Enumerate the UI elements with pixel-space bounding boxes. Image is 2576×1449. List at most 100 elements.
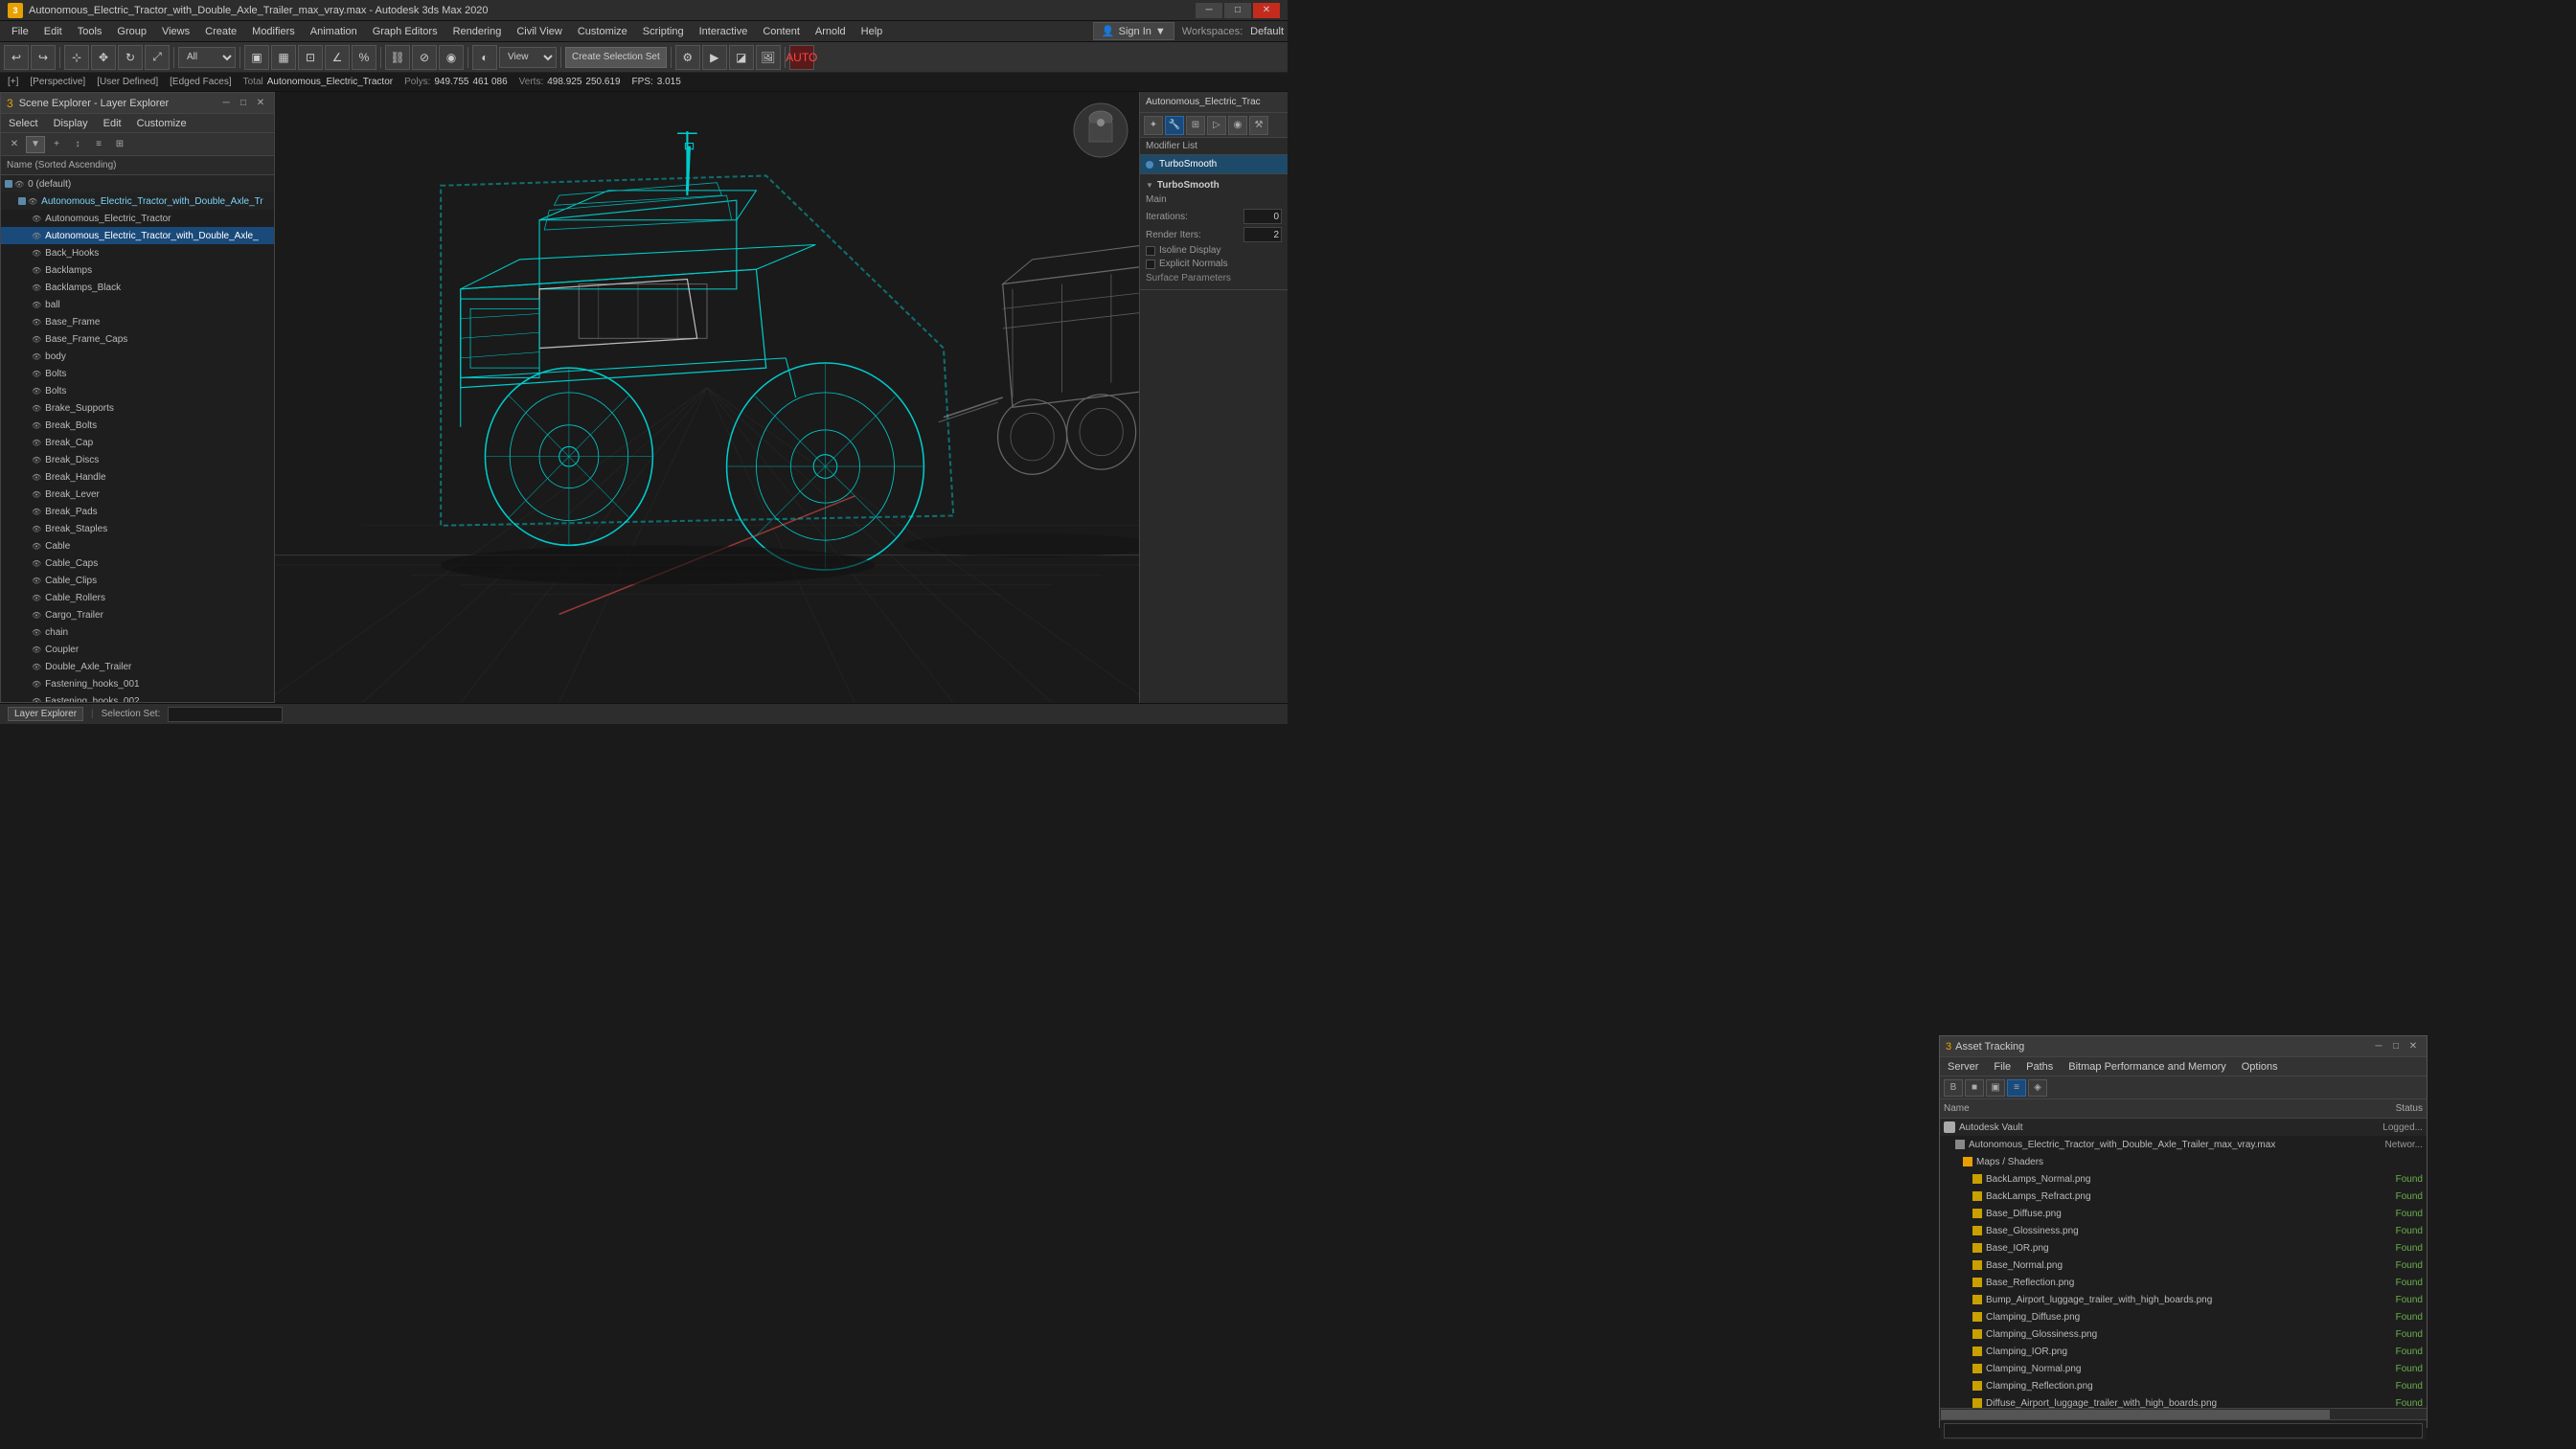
menu-interactive[interactable]: Interactive <box>692 21 756 42</box>
at-new-button[interactable]: B <box>1944 1079 1963 1097</box>
menu-modifiers[interactable]: Modifiers <box>244 21 303 42</box>
menu-graph-editors[interactable]: Graph Editors <box>365 21 445 42</box>
list-item[interactable]: 👁 Break_Bolts <box>1 417 274 434</box>
at-list-item[interactable]: Clamping_Normal.png Found <box>1940 1360 2427 1377</box>
select-button[interactable]: ⊹ <box>64 45 89 70</box>
list-item[interactable]: 👁 Break_Lever <box>1 486 274 503</box>
percent-snap-button[interactable]: % <box>352 45 376 70</box>
at-save-button[interactable]: ▣ <box>1986 1079 2005 1097</box>
se-options-button[interactable]: ≡ <box>89 136 108 153</box>
se-sort-button[interactable]: ↕ <box>68 136 87 153</box>
rp-hierarchy-button[interactable]: ⊞ <box>1186 116 1205 135</box>
undo-button[interactable]: ↩ <box>4 45 29 70</box>
list-item[interactable]: 👁 Bolts <box>1 382 274 399</box>
list-item[interactable]: 👁 Break_Pads <box>1 503 274 520</box>
rotate-button[interactable]: ↻ <box>118 45 143 70</box>
list-item[interactable]: 👁 Cable_Clips <box>1 572 274 589</box>
list-item[interactable]: 👁 Fastening_hooks_001 <box>1 675 274 692</box>
se-menu-select[interactable]: Select <box>1 116 46 131</box>
list-item[interactable]: 👁 Break_Staples <box>1 520 274 537</box>
se-menu-customize[interactable]: Customize <box>129 116 194 131</box>
move-button[interactable]: ✥ <box>91 45 116 70</box>
list-item[interactable]: 👁 0 (default) <box>1 175 274 192</box>
list-item[interactable]: 👁 Break_Cap <box>1 434 274 451</box>
list-item[interactable]: 👁 Break_Discs <box>1 451 274 468</box>
at-menu-paths[interactable]: Paths <box>2018 1059 2061 1075</box>
menu-animation[interactable]: Animation <box>303 21 365 42</box>
at-menu-server[interactable]: Server <box>1940 1059 1986 1075</box>
menu-customize[interactable]: Customize <box>570 21 635 42</box>
at-list-item[interactable]: Autodesk Vault Logged... <box>1940 1119 2427 1136</box>
at-list-item[interactable]: Clamping_IOR.png Found <box>1940 1343 2427 1360</box>
se-delete-button[interactable]: ✕ <box>5 136 24 153</box>
at-close-button[interactable]: ✕ <box>2405 1039 2421 1054</box>
selection-set-bottom-input[interactable] <box>168 707 283 722</box>
at-list-item[interactable]: Maps / Shaders <box>1940 1153 2427 1170</box>
menu-rendering[interactable]: Rendering <box>445 21 510 42</box>
scale-button[interactable]: ⤢ <box>145 45 170 70</box>
list-item[interactable]: 👁 Fastening_hooks_002 <box>1 692 274 702</box>
at-list-item[interactable]: Base_Normal.png Found <box>1940 1257 2427 1274</box>
at-list-item[interactable]: Diffuse_Airport_luggage_trailer_with_hig… <box>1940 1394 2427 1408</box>
menu-help[interactable]: Help <box>854 21 891 42</box>
menu-file[interactable]: File <box>4 21 36 42</box>
menu-scripting[interactable]: Scripting <box>635 21 692 42</box>
at-list[interactable]: Autodesk Vault Logged... Autonomous_Elec… <box>1940 1119 2427 1408</box>
list-item[interactable]: 👁 Cable_Caps <box>1 555 274 572</box>
list-item[interactable]: 👁 Autonomous_Electric_Tractor_with_Doubl… <box>1 227 274 244</box>
list-item[interactable]: 👁 Cargo_Trailer <box>1 606 274 623</box>
render-viewport-button[interactable]: 🖼 <box>756 45 781 70</box>
maximize-button[interactable]: □ <box>1224 3 1251 18</box>
menu-create[interactable]: Create <box>197 21 244 42</box>
menu-group[interactable]: Group <box>109 21 154 42</box>
angle-snap-button[interactable]: ∠ <box>325 45 350 70</box>
list-item[interactable]: 👁 Backlamps_Black <box>1 279 274 296</box>
rp-modify-button[interactable]: 🔧 <box>1165 116 1184 135</box>
rp-display-button[interactable]: ◉ <box>1228 116 1247 135</box>
at-search-input[interactable] <box>1944 1423 2423 1438</box>
list-item[interactable]: 👁 Autonomous_Electric_Tractor <box>1 210 274 227</box>
se-menu-edit[interactable]: Edit <box>96 116 129 131</box>
se-expand-all-button[interactable]: ⊞ <box>110 136 129 153</box>
list-item[interactable]: 👁 Coupler <box>1 641 274 658</box>
menu-content[interactable]: Content <box>755 21 808 42</box>
list-item[interactable]: 👁 Base_Frame_Caps <box>1 330 274 348</box>
render-button[interactable]: ▶ <box>702 45 727 70</box>
list-item[interactable]: 👁 Brake_Supports <box>1 399 274 417</box>
viewport-shading-button[interactable]: ◐ <box>472 45 497 70</box>
list-item[interactable]: 👁 body <box>1 348 274 365</box>
at-list-item[interactable]: Base_Diffuse.png Found <box>1940 1205 2427 1222</box>
rp-render-iters-input[interactable] <box>1243 227 1282 242</box>
at-horizontal-scrollbar[interactable] <box>1940 1408 2427 1419</box>
at-list-item[interactable]: Autonomous_Electric_Tractor_with_Double_… <box>1940 1136 2427 1153</box>
list-item[interactable]: 👁 Cable_Rollers <box>1 589 274 606</box>
unlink-button[interactable]: ⊘ <box>412 45 437 70</box>
at-menu-options[interactable]: Options <box>2234 1059 2286 1075</box>
at-list-item[interactable]: Clamping_Diffuse.png Found <box>1940 1308 2427 1325</box>
menu-tools[interactable]: Tools <box>70 21 110 42</box>
viewport-type-dropdown[interactable]: View <box>499 47 557 68</box>
at-search-button[interactable]: ◈ <box>2028 1079 2047 1097</box>
at-menu-bitmap[interactable]: Bitmap Performance and Memory <box>2061 1059 2233 1075</box>
rp-motion-button[interactable]: ▷ <box>1207 116 1226 135</box>
viewport-canvas[interactable] <box>275 92 1139 703</box>
minimize-button[interactable]: ─ <box>1196 3 1222 18</box>
bind-to-space-button[interactable]: ◉ <box>439 45 464 70</box>
se-minimize-button[interactable]: ─ <box>218 96 234 111</box>
se-add-layer-button[interactable]: + <box>47 136 66 153</box>
at-open-button[interactable]: ■ <box>1965 1079 1984 1097</box>
redo-button[interactable]: ↪ <box>31 45 56 70</box>
at-list-item[interactable]: BackLamps_Normal.png Found <box>1940 1170 2427 1188</box>
render-setup-button[interactable]: ⚙ <box>675 45 700 70</box>
at-list-item[interactable]: BackLamps_Refract.png Found <box>1940 1188 2427 1205</box>
se-maximize-button[interactable]: □ <box>236 96 251 111</box>
list-item[interactable]: 👁 Base_Frame <box>1 313 274 330</box>
list-item[interactable]: 👁 Back_Hooks <box>1 244 274 261</box>
at-list-item[interactable]: Clamping_Reflection.png Found <box>1940 1377 2427 1394</box>
se-close-button[interactable]: ✕ <box>253 96 268 111</box>
selection-filter-dropdown[interactable]: All <box>178 47 236 68</box>
at-maximize-button[interactable]: □ <box>2388 1039 2404 1054</box>
se-filter-button[interactable]: ▼ <box>26 136 45 153</box>
auto-key-button[interactable]: AUTO <box>789 45 814 70</box>
menu-civil-view[interactable]: Civil View <box>509 21 569 42</box>
